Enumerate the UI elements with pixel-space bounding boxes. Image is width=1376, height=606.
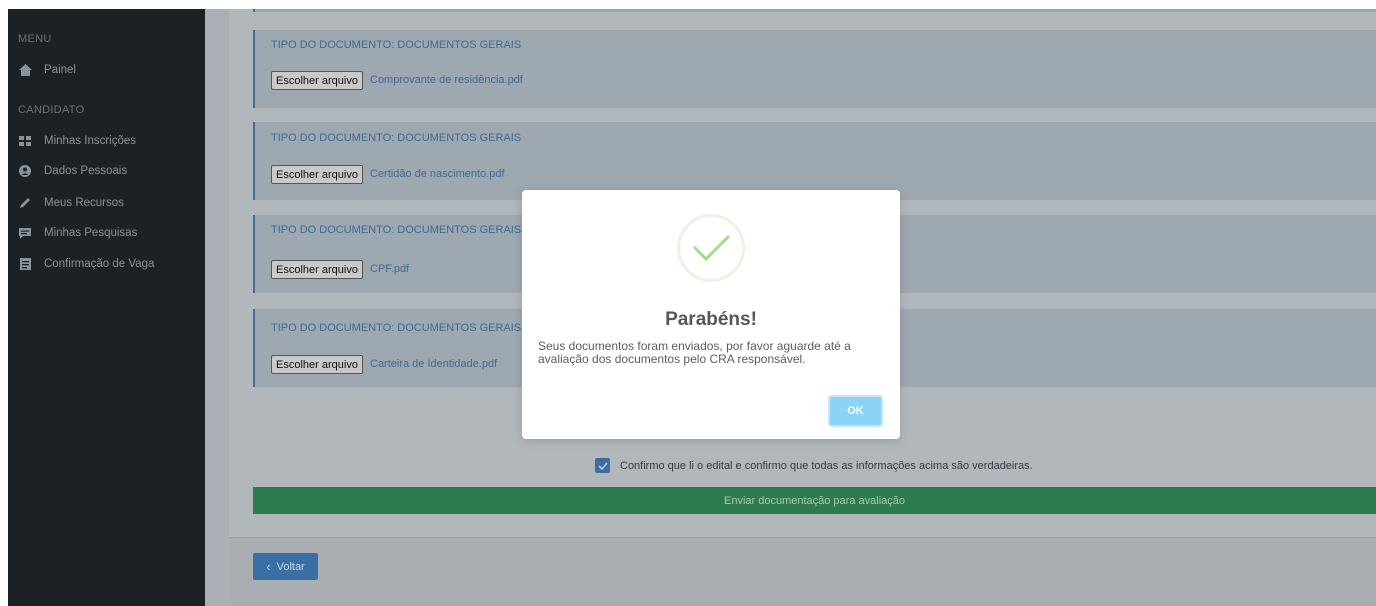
chevron-left-icon: ‹ [266, 559, 271, 574]
choose-file-button[interactable]: Escolher arquivo [271, 355, 363, 374]
file-name: CPF.pdf [370, 263, 410, 275]
pencil-icon [18, 196, 32, 210]
footer-bar: ‹ Voltar [229, 537, 1376, 606]
grid-icon [18, 134, 32, 148]
home-icon [18, 63, 32, 77]
success-modal: Parabéns! Seus documentos foram enviados… [522, 190, 900, 439]
file-name: Comprovante de residência.pdf [370, 74, 523, 86]
document-item-partial [253, 9, 1376, 12]
top-strip [0, 0, 1376, 9]
document-item: TIPO DO DOCUMENTO: DOCUMENTOS GERAIS Esc… [253, 30, 1376, 108]
ok-button[interactable]: OK [828, 395, 883, 427]
sidebar-item-label: Dados Pessoais [44, 165, 128, 177]
document-item: TIPO DO DOCUMENTO: DOCUMENTOS GERAIS Esc… [253, 122, 1376, 200]
file-name: Carteira de Identidade.pdf [370, 358, 498, 370]
submit-documents-button[interactable]: Enviar documentação para avaliação [253, 487, 1376, 514]
document-type-label: TIPO DO DOCUMENTO: DOCUMENTOS GERAIS [271, 224, 522, 236]
back-button[interactable]: ‹ Voltar [253, 553, 318, 580]
checkmark-icon [597, 461, 608, 470]
sidebar-item-label: Painel [44, 64, 76, 76]
modal-message: Seus documentos foram enviados, por favo… [538, 339, 851, 366]
sidebar-item-label: Minhas Pesquisas [44, 227, 138, 239]
choose-file-button[interactable]: Escolher arquivo [271, 165, 363, 184]
sidebar-item-minhas-pesquisas[interactable]: Minhas Pesquisas [18, 223, 137, 243]
file-name: Certidão de nascimento.pdf [370, 168, 505, 180]
sidebar: MENU Painel CANDIDATO Minhas Inscrições … [8, 9, 205, 606]
document-type-label: TIPO DO DOCUMENTO: DOCUMENTOS GERAIS [271, 132, 522, 144]
user-circle-icon [18, 164, 32, 178]
document-icon [18, 257, 32, 271]
sidebar-item-meus-recursos[interactable]: Meus Recursos [18, 193, 124, 213]
sidebar-item-minhas-inscricoes[interactable]: Minhas Inscrições [18, 131, 136, 151]
success-check-icon [677, 214, 745, 282]
choose-file-button[interactable]: Escolher arquivo [271, 71, 363, 90]
document-type-label: TIPO DO DOCUMENTO: DOCUMENTOS GERAIS [271, 322, 522, 334]
document-type-label: TIPO DO DOCUMENTO: DOCUMENTOS GERAIS [271, 39, 522, 51]
sidebar-item-label: Meus Recursos [44, 197, 124, 209]
sidebar-item-painel[interactable]: Painel [18, 60, 76, 80]
choose-file-button[interactable]: Escolher arquivo [271, 260, 363, 279]
sidebar-item-label: Minhas Inscrições [44, 135, 137, 147]
comment-icon [18, 226, 32, 240]
sidebar-item-confirmacao-de-vaga[interactable]: Confirmação de Vaga [18, 254, 154, 274]
left-strip [0, 0, 8, 606]
sidebar-item-dados-pessoais[interactable]: Dados Pessoais [18, 161, 127, 181]
sidebar-item-label: Confirmação de Vaga [44, 258, 155, 270]
confirm-label: Confirmo que li o edital e confirmo que … [620, 459, 1033, 472]
back-button-label: Voltar [276, 560, 305, 573]
confirm-row: Confirmo que li o edital e confirmo que … [595, 458, 1033, 473]
sidebar-section-menu: MENU [18, 33, 52, 45]
modal-title: Parabéns! [665, 309, 757, 330]
sidebar-section-candidato: CANDIDATO [18, 104, 85, 116]
confirm-checkbox[interactable] [595, 458, 610, 473]
